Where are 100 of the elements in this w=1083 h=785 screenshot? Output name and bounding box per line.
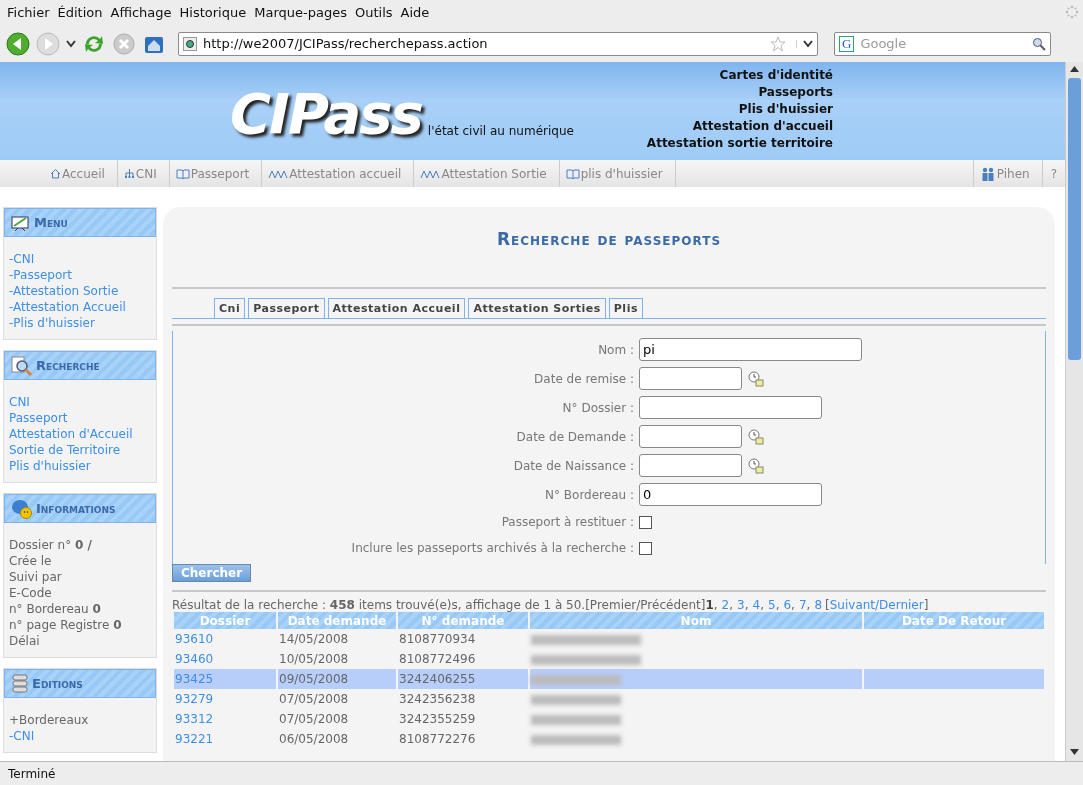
page-link[interactable]: 8 — [814, 598, 823, 612]
header-link[interactable]: Plis d'huissier — [738, 101, 833, 118]
column-header[interactable]: Date demande — [278, 612, 396, 629]
menu-item[interactable]: Aide — [396, 5, 434, 20]
sidebar-link[interactable]: Passeport — [9, 410, 151, 426]
bracket: ] — [923, 598, 929, 612]
sidebar-link[interactable]: -CNI — [9, 728, 151, 744]
book-icon — [175, 168, 190, 179]
nav-item[interactable]: Passeport — [169, 160, 263, 187]
tab[interactable]: Plis — [608, 298, 643, 318]
sidebar-link[interactable]: CNI — [9, 394, 151, 410]
database-icon — [11, 673, 29, 694]
tab[interactable]: Passeport — [248, 298, 325, 318]
tab[interactable]: Cni — [214, 298, 246, 318]
tab[interactable]: Attestation Sorties — [468, 298, 606, 318]
back-icon[interactable] — [6, 31, 30, 56]
page-link[interactable]: 2 — [721, 598, 730, 612]
site-icon — [183, 36, 197, 51]
search-button[interactable]: Chercher — [172, 564, 252, 582]
dropdown-caret-icon[interactable] — [66, 39, 76, 48]
page-link[interactable]: 3 — [737, 598, 745, 612]
results-summary: Résultat de la recherche : 458 items trouvé(e)s, affichage de 1 à 50. — [172, 598, 586, 612]
vertical-scrollbar[interactable] — [1065, 62, 1083, 761]
table-row[interactable]: 93460 10/05/2008 8108772496 — [174, 649, 1044, 669]
search-icon[interactable] — [1032, 36, 1046, 51]
search-placeholder: Google — [860, 36, 908, 51]
table-row[interactable]: 93610 14/05/2008 8108770934 — [174, 629, 1044, 649]
scroll-up-icon[interactable] — [1070, 66, 1079, 72]
tab[interactable]: Attestation Accueil — [327, 298, 466, 318]
column-header[interactable]: Dossier — [174, 612, 276, 629]
column-header[interactable]: N° demande — [398, 612, 528, 629]
magnifier-icon — [11, 354, 33, 377]
nav-item[interactable]: Attestation Sortie — [414, 160, 560, 187]
dossier-link[interactable]: 93221 — [174, 729, 276, 749]
header-link[interactable]: Attestation sortie territoire — [646, 135, 833, 152]
sidebar-link[interactable]: -Passeport — [9, 267, 151, 283]
page-link[interactable]: 7 — [798, 598, 807, 612]
logo: CIPass — [230, 81, 422, 146]
date-field[interactable] — [639, 454, 742, 477]
dossier-link[interactable]: 93425 — [174, 669, 276, 689]
column-header[interactable]: Date De Retour — [864, 612, 1044, 629]
table-row[interactable]: 93425 09/05/2008 3242406255 — [174, 669, 1044, 689]
text-field[interactable]: pi — [639, 338, 862, 361]
checkbox[interactable] — [639, 541, 652, 555]
info-line: n° page Registre 0 — [9, 617, 123, 633]
sidebar-link[interactable]: Plis d'huissier — [9, 458, 151, 474]
address-bar[interactable]: http://we2007/JCIPass/recherchepass.action — [178, 31, 818, 56]
table-row[interactable]: 93279 07/05/2008 3242356238 — [174, 689, 1044, 709]
menu-item[interactable]: Marque-pages — [250, 5, 351, 20]
forward-icon[interactable] — [36, 31, 60, 56]
nav-item[interactable]: Accueil — [44, 160, 118, 187]
header-link[interactable]: Attestation d'accueil — [692, 118, 833, 135]
sidebar-link[interactable]: -Attestation Accueil — [9, 299, 151, 315]
table-cell-text: 07/05/2008 — [278, 711, 350, 728]
page-link[interactable]: 1 — [705, 598, 714, 612]
section-title: Editions — [32, 676, 83, 691]
menu-item[interactable]: Historique — [175, 5, 251, 20]
header-link[interactable]: Passeports — [758, 84, 833, 101]
calendar-clock-icon[interactable] — [748, 457, 764, 474]
table-row[interactable]: 93221 06/05/2008 8108772276 — [174, 729, 1044, 749]
star-icon[interactable] — [770, 35, 786, 52]
sidebar-link[interactable]: Sortie de Territoire — [9, 442, 151, 458]
menu-item[interactable]: Édition — [53, 5, 107, 20]
date-field[interactable] — [639, 425, 742, 448]
text-field[interactable] — [639, 396, 822, 419]
people-icon — [420, 168, 441, 179]
sidebar-link[interactable]: -Plis d'huissier — [9, 315, 151, 331]
nav-item[interactable]: plis d'huissier — [559, 160, 676, 187]
checkbox[interactable] — [639, 515, 652, 529]
sidebar-link[interactable]: -CNI — [9, 251, 151, 267]
column-header[interactable]: Nom — [530, 612, 862, 629]
scrollbar-thumb[interactable] — [1068, 78, 1081, 360]
user-link[interactable]: Pihen — [972, 160, 1042, 187]
menu-item[interactable]: Fichier — [3, 5, 54, 20]
header-link[interactable]: Cartes d'identité — [719, 67, 833, 84]
menu-item[interactable]: Affichage — [106, 5, 176, 20]
dossier-link[interactable]: 93460 — [174, 649, 276, 669]
nav-item[interactable]: CNI — [117, 160, 170, 187]
next-last-link[interactable]: Suivant/Dernier — [829, 598, 924, 612]
dossier-link[interactable]: 93610 — [174, 629, 276, 649]
table-cell: 09/05/2008 — [278, 669, 396, 689]
date-field[interactable] — [639, 367, 742, 390]
scroll-down-icon[interactable] — [1070, 749, 1079, 755]
text-field[interactable]: 0 — [639, 483, 822, 506]
search-field[interactable]: G Google — [834, 31, 1051, 56]
search-engine-logo[interactable]: G — [839, 35, 855, 52]
table-row[interactable]: 93312 07/05/2008 3242355259 — [174, 709, 1044, 729]
dossier-link[interactable]: 93312 — [174, 709, 276, 729]
menu-item[interactable]: Outils — [350, 5, 397, 20]
info-line: E-Code — [9, 585, 53, 601]
people-icon — [268, 168, 289, 179]
table-cell-text: 8108772276 — [398, 731, 477, 748]
sidebar-link[interactable]: -Attestation Sortie — [9, 283, 151, 299]
nav-item[interactable]: Attestation accueil — [262, 160, 415, 187]
sidebar-link[interactable]: Attestation d'Accueil — [9, 426, 151, 442]
calendar-clock-icon[interactable] — [748, 428, 764, 445]
calendar-clock-icon[interactable] — [748, 370, 764, 387]
stop-icon[interactable] — [112, 31, 136, 56]
page-link[interactable]: 5 — [768, 598, 776, 612]
dossier-link[interactable]: 93279 — [174, 689, 276, 709]
